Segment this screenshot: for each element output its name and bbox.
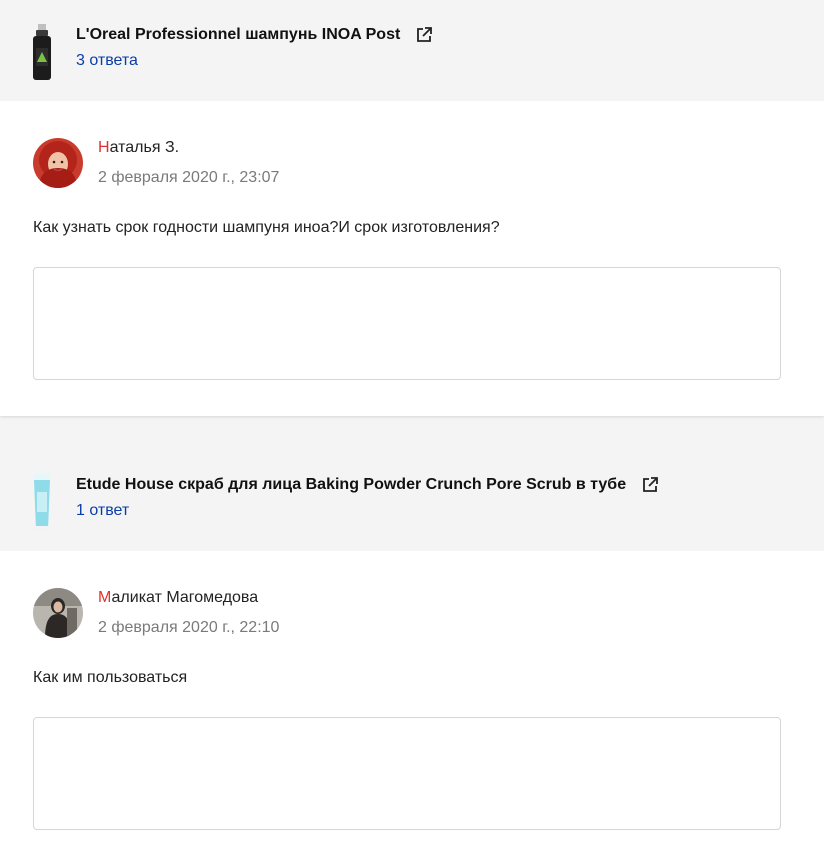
shampoo-bottle-icon[interactable]	[24, 22, 60, 82]
author-name-rest: аликат Магомедова	[111, 589, 259, 606]
external-link-icon[interactable]	[415, 26, 433, 44]
author-initial: М	[98, 589, 112, 606]
question-card: L'Oreal Professionnel шампунь INOA Post …	[0, 0, 824, 416]
author-name[interactable]: Маликат Магомедова	[98, 589, 258, 607]
product-title[interactable]: L'Oreal Professionnel шампунь INOA Post	[76, 26, 400, 43]
question-date: 2 февраля 2020 г., 22:10	[98, 619, 280, 636]
question-text: Как им пользоваться	[33, 669, 188, 686]
scrub-tube-icon[interactable]	[24, 472, 60, 532]
avatar[interactable]	[33, 588, 83, 638]
question-card: Etude House скраб для лица Baking Powder…	[0, 450, 824, 855]
author-name-rest: аталья З.	[109, 139, 180, 156]
avatar[interactable]	[33, 138, 83, 188]
question-date: 2 февраля 2020 г., 23:07	[98, 169, 280, 186]
product-title-row: Etude House скраб для лица Baking Powder…	[76, 476, 659, 498]
author-name[interactable]: Наталья З.	[98, 139, 179, 157]
question-text: Как узнать срок годности шампуня иноа?И …	[33, 219, 500, 236]
answer-input[interactable]	[33, 267, 781, 380]
product-header: L'Oreal Professionnel шампунь INOA Post …	[0, 0, 824, 101]
product-header: Etude House скраб для лица Baking Powder…	[0, 450, 824, 551]
questions-feed: L'Oreal Professionnel шампунь INOA Post …	[0, 0, 824, 855]
product-title-row: L'Oreal Professionnel шампунь INOA Post	[76, 26, 433, 48]
product-title[interactable]: Etude House скраб для лица Baking Powder…	[76, 476, 626, 493]
external-link-icon[interactable]	[641, 476, 659, 494]
answer-input[interactable]	[33, 717, 781, 830]
author-initial: Н	[98, 139, 110, 156]
answers-count-link[interactable]: 1 ответ	[76, 502, 129, 520]
answers-count-link[interactable]: 3 ответа	[76, 52, 138, 70]
